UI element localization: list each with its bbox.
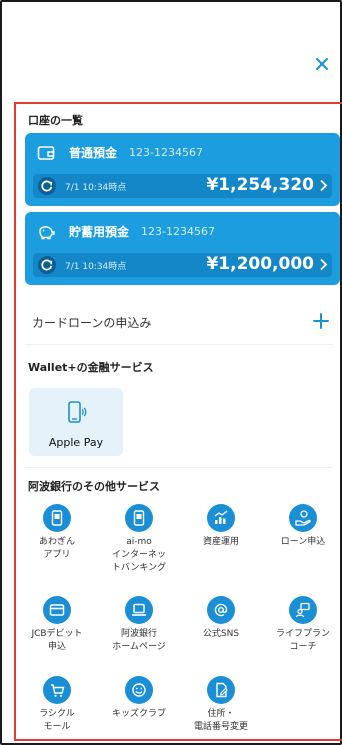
service-label: ローン申込 [280, 537, 326, 547]
service-label: 資産運用 [202, 537, 239, 547]
phone-app-icon [43, 504, 71, 532]
card-icon [43, 596, 71, 624]
close-button[interactable] [314, 56, 330, 72]
services-panel: 口座の一覧 普通預金 123-1234567 7/1 10:34時点 ¥1,25… [14, 102, 342, 741]
service-label: 阿波銀行 ホームページ [112, 629, 166, 652]
balance-bar: 7/1 10:34時点 ¥1,200,000 [33, 253, 332, 277]
service-label: 住所・ 電話番号変更 [193, 709, 248, 732]
apple-pay-label: Apple Pay [48, 436, 104, 449]
balance-timestamp: 7/1 10:34時点 [65, 262, 127, 272]
other-services-title: 阿波銀行のその他サービス [28, 480, 160, 493]
balance-amount: ¥1,254,320 [206, 175, 314, 195]
account-name: 貯蓄用預金 [69, 225, 130, 239]
wallet-icon [37, 145, 55, 161]
piggy-bank-icon [37, 224, 55, 240]
service-loan-application[interactable]: ローン申込 [262, 504, 342, 549]
service-rasikuru-mall[interactable]: ラシクル モール [16, 676, 98, 734]
divider [25, 467, 333, 468]
refresh-button[interactable] [38, 177, 56, 195]
refresh-button[interactable] [38, 256, 56, 274]
plus-icon[interactable] [312, 312, 330, 330]
laptop-icon [125, 596, 153, 624]
refresh-icon [41, 259, 53, 271]
service-life-plan-coach[interactable]: ライフプラン コーチ [262, 596, 342, 654]
phone-app-icon [125, 504, 153, 532]
account-number: 123-1234567 [141, 225, 215, 238]
refresh-icon [41, 180, 53, 192]
document-icon [207, 676, 235, 704]
service-label: JCBデビット 申込 [31, 629, 83, 652]
account-card-ordinary[interactable]: 普通預金 123-1234567 7/1 10:34時点 ¥1,254,320 [25, 133, 340, 206]
account-header: 普通預金 123-1234567 [37, 144, 203, 161]
divider [25, 344, 333, 345]
account-header: 貯蓄用預金 123-1234567 [37, 223, 215, 240]
account-card-savings[interactable]: 貯蓄用預金 123-1234567 7/1 10:34時点 ¥1,200,000 [25, 212, 340, 285]
coach-icon [289, 596, 317, 624]
chevron-right-icon [319, 179, 328, 192]
service-asset-management[interactable]: 資産運用 [180, 504, 262, 549]
balance-bar: 7/1 10:34時点 ¥1,254,320 [33, 174, 332, 198]
at-icon [207, 596, 235, 624]
smile-icon [125, 676, 153, 704]
card-loan-row[interactable]: カードローンの申込み [28, 312, 330, 334]
service-label: キッズクラブ [111, 709, 166, 719]
apple-pay-button[interactable]: Apple Pay [29, 388, 123, 456]
account-number: 123-1234567 [129, 146, 203, 159]
chart-icon [207, 504, 235, 532]
service-official-sns[interactable]: 公式SNS [180, 596, 262, 641]
service-label: あわぎん アプリ [38, 537, 75, 560]
service-address-phone-change[interactable]: 住所・ 電話番号変更 [180, 676, 262, 734]
hand-coin-icon [289, 504, 317, 532]
service-kids-club[interactable]: キッズクラブ [98, 676, 180, 721]
service-homepage[interactable]: 阿波銀行 ホームページ [98, 596, 180, 654]
account-name: 普通預金 [69, 146, 118, 160]
service-ai-mo-banking[interactable]: ai-mo インターネッ トバンキング [98, 504, 180, 575]
service-label: 公式SNS [202, 629, 240, 639]
card-loan-label: カードローンの申込み [32, 316, 152, 330]
accounts-section-title: 口座の一覧 [28, 114, 83, 127]
screen-frame: 口座の一覧 普通預金 123-1234567 7/1 10:34時点 ¥1,25… [0, 0, 342, 745]
service-label: ラシクル モール [39, 709, 75, 732]
balance-amount: ¥1,200,000 [206, 254, 314, 274]
wallet-section-title: Wallet+の金融サービス [28, 361, 154, 374]
service-awagin-app[interactable]: あわぎん アプリ [16, 504, 98, 562]
nfc-phone-icon [67, 400, 87, 424]
chevron-right-icon [319, 258, 328, 271]
cart-icon [43, 676, 71, 704]
service-jcb-debit[interactable]: JCBデビット 申込 [16, 596, 98, 654]
service-label: ライフプラン コーチ [275, 629, 330, 652]
close-icon [316, 58, 328, 70]
service-label: ai-mo インターネッ トバンキング [111, 537, 167, 573]
balance-timestamp: 7/1 10:34時点 [65, 183, 127, 193]
